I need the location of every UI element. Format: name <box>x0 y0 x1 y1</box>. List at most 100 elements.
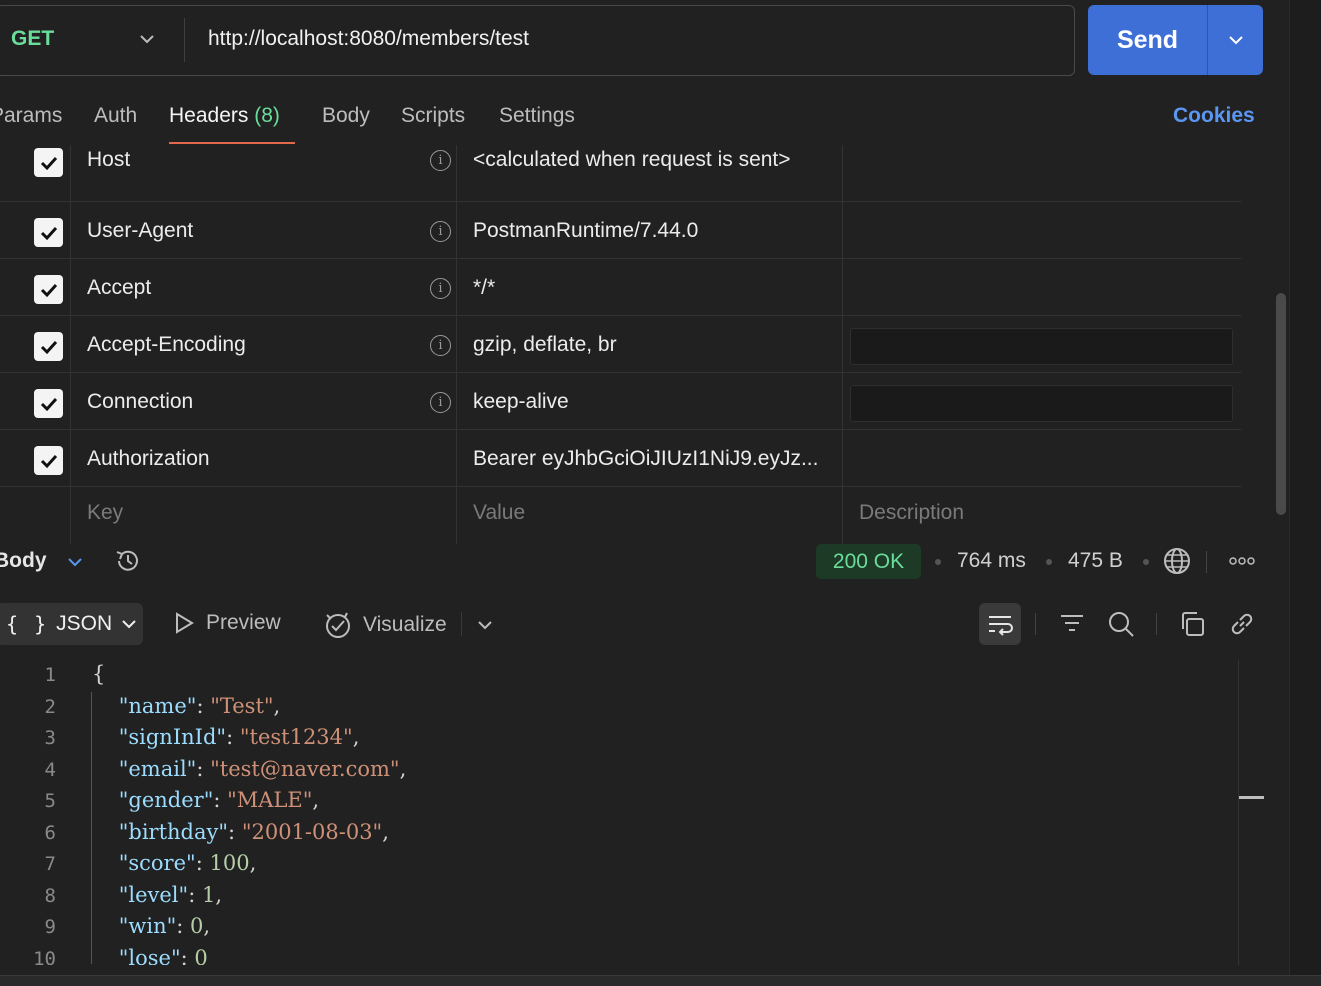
preview-button[interactable]: Preview <box>174 611 281 635</box>
header-value[interactable]: */* <box>473 276 495 300</box>
format-label: JSON <box>56 612 113 635</box>
json-key: lose <box>128 946 171 965</box>
code-line: "gender": "MALE", <box>118 788 320 812</box>
method-select[interactable]: GET <box>11 27 54 51</box>
json-key: win <box>128 914 167 938</box>
cookies-link[interactable]: Cookies <box>1173 104 1255 128</box>
table-row: Accept i */* <box>0 259 1241 316</box>
header-key[interactable]: Accept-Encoding <box>87 333 246 357</box>
header-key[interactable]: Host <box>87 148 130 172</box>
tab-headers-count: (8) <box>254 104 280 127</box>
code-line: "signInId": "test1234", <box>118 725 360 749</box>
chevron-down-icon[interactable] <box>138 30 156 48</box>
tab-headers[interactable]: Headers (8) <box>169 104 280 128</box>
json-value: 0 <box>190 914 204 938</box>
url-divider <box>184 18 185 62</box>
tab-auth[interactable]: Auth <box>94 104 137 128</box>
tab-body[interactable]: Body <box>322 104 370 128</box>
copy-icon[interactable] <box>1178 610 1206 638</box>
header-value[interactable]: <calculated when request is sent> <box>473 148 791 172</box>
header-key[interactable]: Authorization <box>87 447 210 471</box>
indent-guide <box>91 692 92 964</box>
response-size[interactable]: 475 B <box>1068 549 1123 573</box>
line-number: 9 <box>44 916 56 938</box>
tab-settings[interactable]: Settings <box>499 104 575 128</box>
header-checkbox[interactable] <box>34 389 63 418</box>
json-value: "test1234" <box>239 725 353 749</box>
link-icon[interactable] <box>1228 610 1256 638</box>
description-input[interactable] <box>850 328 1233 365</box>
json-key: signInId <box>128 725 217 749</box>
tab-headers-label: Headers <box>169 104 249 127</box>
response-time[interactable]: 764 ms <box>957 549 1026 573</box>
json-value: 0 <box>194 946 208 965</box>
code-punct: , <box>382 820 389 844</box>
active-tab-indicator <box>169 142 295 144</box>
header-value[interactable]: Bearer eyJhbGciOiJIUzI1NiJ9.eyJz... <box>473 447 818 471</box>
filter-icon[interactable] <box>1058 610 1086 638</box>
chevron-down-icon[interactable] <box>476 616 494 634</box>
line-number: 8 <box>44 885 56 907</box>
separator-dot <box>1046 559 1052 565</box>
info-icon[interactable]: i <box>430 278 451 299</box>
header-checkbox[interactable] <box>34 332 63 361</box>
header-key[interactable]: User-Agent <box>87 219 193 243</box>
info-icon[interactable]: i <box>430 150 451 171</box>
send-button[interactable]: Send <box>1088 5 1207 75</box>
header-checkbox[interactable] <box>34 446 63 475</box>
table-row: Host i <calculated when request is sent> <box>0 145 1241 202</box>
toolbar-divider <box>1035 613 1036 635</box>
scrollbar-thumb[interactable] <box>1276 293 1286 515</box>
visualize-icon <box>326 612 350 638</box>
line-number: 3 <box>44 727 56 749</box>
header-checkbox[interactable] <box>34 218 63 247</box>
header-key[interactable]: Accept <box>87 276 151 300</box>
header-key[interactable]: Connection <box>87 390 193 414</box>
header-value[interactable]: gzip, deflate, br <box>473 333 617 357</box>
tab-scripts[interactable]: Scripts <box>401 104 465 128</box>
editor-scroll-track <box>1238 660 1239 965</box>
code-text: { <box>92 662 106 686</box>
globe-icon[interactable] <box>1162 546 1192 576</box>
json-key: email <box>128 757 187 781</box>
status-bar <box>0 975 1321 986</box>
header-value[interactable]: keep-alive <box>473 390 569 414</box>
info-icon[interactable]: i <box>430 221 451 242</box>
info-icon[interactable]: i <box>430 335 451 356</box>
new-key-input[interactable]: Key <box>87 501 123 525</box>
json-key: name <box>128 694 187 718</box>
url-bar <box>0 5 1075 76</box>
header-checkbox[interactable] <box>34 148 63 177</box>
chevron-down-icon[interactable] <box>66 553 84 571</box>
new-description-input[interactable]: Description <box>859 501 964 525</box>
json-key: gender <box>128 788 204 812</box>
editor-scroll-marker[interactable] <box>1239 796 1264 799</box>
play-icon <box>176 612 194 634</box>
json-value: "Test" <box>210 694 274 718</box>
search-icon[interactable] <box>1107 610 1135 638</box>
tab-params[interactable]: Params <box>0 104 62 128</box>
visualize-button[interactable]: Visualize <box>323 611 447 639</box>
code-line: "lose": 0 <box>92 946 208 965</box>
more-options-icon[interactable] <box>1228 554 1256 568</box>
wrap-lines-button[interactable] <box>979 603 1021 645</box>
separator-dot <box>1143 559 1149 565</box>
header-checkbox[interactable] <box>34 275 63 304</box>
line-number: 10 <box>33 948 56 965</box>
preview-label: Preview <box>206 611 281 634</box>
header-value[interactable]: PostmanRuntime/7.44.0 <box>473 219 698 243</box>
json-key: birthday <box>128 820 219 844</box>
new-value-input[interactable]: Value <box>473 501 525 525</box>
response-body-editor[interactable]: 1 { 2 "name": "Test", 3 "signInId": "tes… <box>0 660 1240 965</box>
description-input[interactable] <box>850 385 1233 422</box>
history-icon[interactable] <box>113 546 143 576</box>
info-icon[interactable]: i <box>430 392 451 413</box>
table-row: User-Agent i PostmanRuntime/7.44.0 <box>0 202 1241 259</box>
response-section-label[interactable]: Body <box>0 549 47 573</box>
status-badge[interactable]: 200 OK <box>816 544 921 579</box>
json-value: "MALE" <box>227 788 313 812</box>
send-options-button[interactable] <box>1207 5 1263 75</box>
url-input[interactable]: http://localhost:8080/members/test <box>208 27 529 51</box>
format-select[interactable]: { } JSON <box>0 603 143 645</box>
json-value: 100 <box>209 851 250 875</box>
